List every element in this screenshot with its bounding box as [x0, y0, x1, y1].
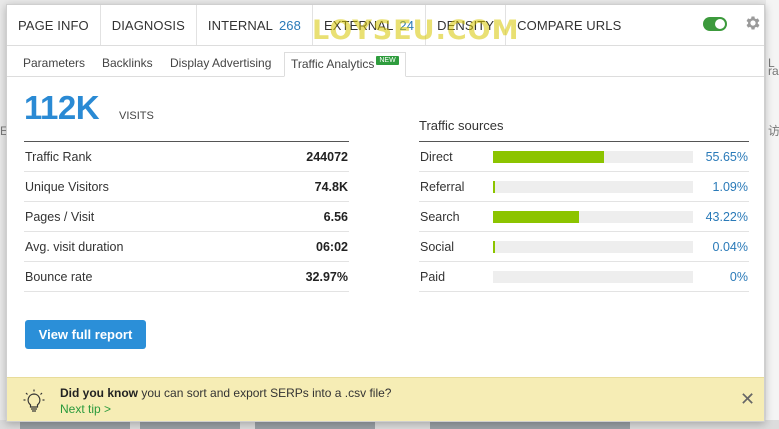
stat-value: 6.56	[323, 209, 348, 224]
nav-internal[interactable]: INTERNAL 268	[197, 5, 313, 45]
source-row: Search 43.22%	[419, 202, 749, 232]
tab-traffic-analytics[interactable]: Traffic Analytics NEW	[284, 52, 406, 77]
nav-density[interactable]: DENSITY	[426, 5, 507, 45]
stat-label: Bounce rate	[25, 269, 93, 284]
nav-label: EXTERNAL	[323, 17, 394, 33]
source-name: Search	[420, 210, 460, 224]
close-icon[interactable]: ✕	[740, 390, 755, 408]
stat-label: Pages / Visit	[25, 209, 95, 224]
stat-value: 244072	[306, 149, 348, 164]
stat-row: Pages / Visit 6.56	[24, 202, 349, 232]
nav-label: DIAGNOSIS	[111, 17, 185, 33]
source-bar-track	[493, 241, 693, 253]
background-text-fragment: ra	[768, 64, 779, 78]
nav-label: INTERNAL	[207, 17, 273, 33]
source-row: Social 0.04%	[419, 232, 749, 262]
lightbulb-icon	[23, 389, 45, 418]
tab-display-advertising[interactable]: Display Advertising	[164, 52, 277, 77]
nav-diagnosis[interactable]: DIAGNOSIS	[101, 5, 197, 45]
enable-toggle[interactable]	[703, 17, 727, 31]
gear-icon[interactable]	[744, 14, 762, 32]
toggle-knob	[715, 19, 725, 29]
nav-count: 24	[399, 17, 415, 33]
source-name: Referral	[420, 180, 465, 194]
nav-page-info[interactable]: PAGE INFO	[7, 5, 101, 45]
nav-compare-urls[interactable]: COMPARE URLS	[506, 5, 632, 45]
stat-value: 32.97%	[305, 269, 348, 284]
view-full-report-button[interactable]: View full report	[25, 320, 146, 349]
source-row: Referral 1.09%	[419, 172, 749, 202]
stat-label: Unique Visitors	[25, 179, 109, 194]
traffic-sources-table: Direct 55.65% Referral 1.09% Search 43.2…	[419, 141, 749, 292]
source-name: Paid	[420, 270, 446, 284]
source-percent: 1.09%	[712, 180, 748, 194]
source-bar-track	[493, 151, 693, 163]
stat-row: Unique Visitors 74.8K	[24, 172, 349, 202]
source-bar-track	[493, 181, 693, 193]
tip-body: you can sort and export SERPs into a .cs…	[138, 386, 392, 400]
stat-label: Avg. visit duration	[25, 239, 124, 254]
tab-backlinks[interactable]: Backlinks	[96, 52, 159, 77]
next-tip-link[interactable]: Next tip >	[60, 402, 111, 416]
nav-external[interactable]: EXTERNAL 24	[313, 5, 427, 45]
background-text-fragment: 访	[768, 124, 779, 138]
stat-value: 06:02	[316, 239, 348, 254]
source-bar-fill	[493, 181, 496, 193]
source-row: Paid 0%	[419, 262, 749, 292]
source-row: Direct 55.65%	[419, 142, 749, 172]
stat-value: 74.8K	[314, 179, 348, 194]
source-percent: 0%	[729, 270, 748, 284]
top-navigation: PAGE INFO DIAGNOSIS INTERNAL 268 EXTERNAL…	[7, 5, 764, 46]
tip-message: Did you know you can sort and export SER…	[60, 386, 391, 400]
tab-parameters[interactable]: Parameters	[17, 52, 91, 77]
stat-label: Traffic Rank	[25, 149, 92, 164]
source-bar-fill	[493, 151, 605, 163]
nav-label: PAGE INFO	[18, 17, 89, 33]
tip-bold: Did you know	[60, 386, 138, 400]
source-percent: 55.65%	[705, 150, 748, 164]
source-percent: 0.04%	[712, 240, 748, 254]
source-bar-track	[493, 211, 693, 223]
source-bar-fill	[493, 211, 580, 223]
source-bar-fill	[493, 241, 495, 253]
new-badge: NEW	[376, 56, 399, 65]
tab-label: Traffic Analytics	[291, 57, 375, 71]
tip-bar: Did you know you can sort and export SER…	[7, 377, 764, 421]
source-name: Social	[420, 240, 455, 254]
nav-count: 268	[278, 17, 301, 33]
visits-label: VISITS	[119, 110, 154, 122]
stat-row: Bounce rate 32.97%	[24, 262, 349, 292]
traffic-sources-title: Traffic sources	[419, 118, 504, 133]
nav-label: COMPARE URLS	[517, 17, 622, 33]
visits-value: 112K	[24, 89, 100, 126]
seoquake-popup: PAGE INFO DIAGNOSIS INTERNAL 268 EXTERNAL…	[6, 4, 765, 422]
source-name: Direct	[420, 150, 453, 164]
nav-label: DENSITY	[437, 17, 495, 33]
source-bar-track	[493, 271, 693, 283]
sub-tabs: Parameters Backlinks Display Advertising…	[7, 47, 764, 77]
source-percent: 43.22%	[705, 210, 748, 224]
stats-table: Traffic Rank 244072 Unique Visitors 74.8K …	[24, 141, 349, 292]
stat-row: Avg. visit duration 06:02	[24, 232, 349, 262]
stat-row: Traffic Rank 244072	[24, 142, 349, 172]
